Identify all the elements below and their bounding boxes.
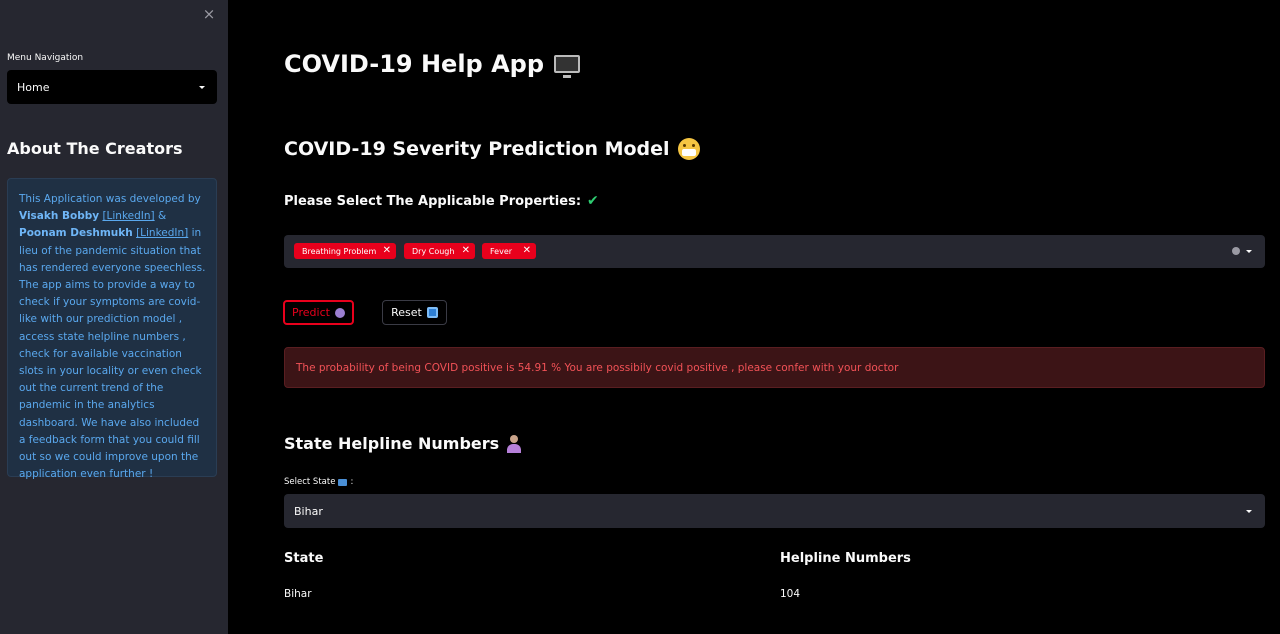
person-icon xyxy=(506,434,522,453)
tag-label: Dry Cough xyxy=(412,246,455,256)
checkmark-icon: ✔ xyxy=(587,193,599,209)
about-intro: This Application was developed by xyxy=(19,193,201,205)
about-body: in lieu of the pandemic situation that h… xyxy=(19,227,206,481)
remove-tag-icon[interactable]: ✕ xyxy=(523,243,531,259)
sidebar: × Menu Navigation Home About The Creator… xyxy=(0,0,228,634)
tag-label: Breathing Problem xyxy=(302,246,377,256)
monitor-icon xyxy=(554,55,581,78)
tag-dry-cough: Dry Cough ✕ xyxy=(404,243,475,259)
remove-tag-icon[interactable]: ✕ xyxy=(462,243,470,259)
about-info-box: This Application was developed by Visakh… xyxy=(7,178,217,481)
state-select[interactable]: Bihar xyxy=(284,494,1265,528)
predict-label: Predict xyxy=(292,306,330,319)
menu-navigation-value: Home xyxy=(17,80,50,94)
tag-fever: Fever ✕ xyxy=(482,243,536,259)
clear-icon[interactable] xyxy=(1232,247,1240,255)
about-and: & xyxy=(157,210,167,223)
crystal-ball-icon xyxy=(334,307,345,318)
author-2-linkedin-link[interactable]: [LinkedIn] xyxy=(136,227,188,239)
chevron-down-icon[interactable] xyxy=(1246,250,1252,253)
select-properties-text: Please Select The Applicable Properties: xyxy=(284,193,582,209)
app-title-text: COVID-19 Help App xyxy=(284,50,545,78)
select-state-colon: : xyxy=(350,477,354,487)
state-select-value: Bihar xyxy=(294,504,323,518)
main-content: COVID-19 Help App COVID-19 Severity Pred… xyxy=(228,0,1280,634)
menu-navigation-label: Menu Navigation xyxy=(7,53,84,63)
page-title: COVID-19 Help App xyxy=(284,50,581,78)
predict-button[interactable]: Predict xyxy=(283,300,354,325)
severity-section-title: COVID-19 Severity Prediction Model xyxy=(284,138,700,160)
properties-multiselect[interactable]: Breathing Problem ✕ Dry Cough ✕ Fever ✕ xyxy=(284,235,1265,268)
tag-breathing-problem: Breathing Problem ✕ xyxy=(294,243,396,259)
tag-label: Fever xyxy=(490,246,513,256)
select-properties-label: Please Select The Applicable Properties:… xyxy=(284,193,599,209)
select-state-label: Select State : xyxy=(284,477,353,487)
face-emoji-icon xyxy=(677,138,700,160)
map-icon xyxy=(338,478,348,486)
table-cell-state: Bihar xyxy=(284,588,312,600)
table-cell-helpline: 104 xyxy=(780,588,801,600)
menu-navigation-select[interactable]: Home xyxy=(7,70,217,104)
close-icon[interactable]: × xyxy=(201,4,217,24)
severity-title-text: COVID-19 Severity Prediction Model xyxy=(284,138,670,160)
reset-button[interactable]: Reset xyxy=(382,300,447,325)
helpline-section-title: State Helpline Numbers xyxy=(284,434,522,453)
chevron-down-icon xyxy=(1246,510,1252,513)
select-state-text: Select State xyxy=(284,477,336,487)
author-1: Visakh Bobby xyxy=(19,210,100,223)
table-header-state: State xyxy=(284,551,324,566)
reset-label: Reset xyxy=(391,306,422,319)
author-2: Poonam Deshmukh xyxy=(19,227,133,240)
about-creators-title: About The Creators xyxy=(7,139,183,158)
remove-tag-icon[interactable]: ✕ xyxy=(383,243,391,259)
reset-icon xyxy=(426,307,438,318)
author-1-linkedin-link[interactable]: [LinkedIn] xyxy=(102,210,154,222)
chevron-down-icon xyxy=(199,86,205,89)
helpline-title-text: State Helpline Numbers xyxy=(284,434,500,453)
prediction-result-text: The probability of being COVID positive … xyxy=(296,361,899,374)
prediction-result-alert: The probability of being COVID positive … xyxy=(284,347,1265,388)
table-header-helpline: Helpline Numbers xyxy=(780,551,911,566)
